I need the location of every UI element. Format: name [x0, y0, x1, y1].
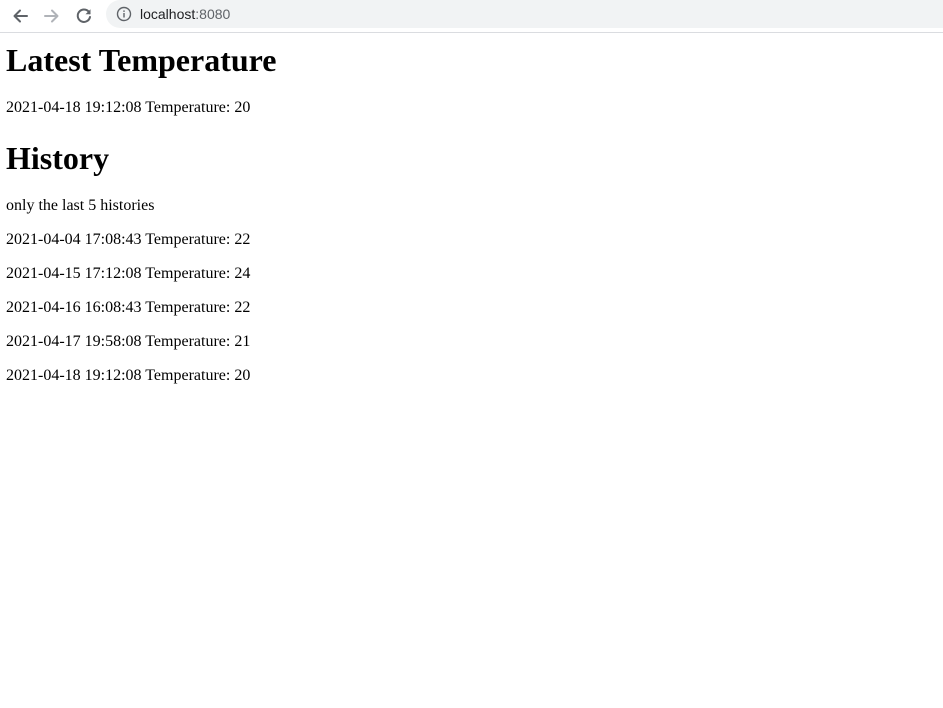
history-heading: History — [6, 140, 110, 176]
url-text: localhost:8080 — [140, 6, 230, 22]
history-list: 2021-04-04 17:08:43 Temperature: 22 2021… — [6, 231, 250, 401]
history-entry: 2021-04-15 17:12:08 Temperature: 24 — [6, 265, 251, 282]
history-entry: 2021-04-04 17:08:43 Temperature: 22 — [6, 231, 251, 248]
latest-temperature-reading: 2021-04-18 19:12:08 Temperature: 20 — [6, 99, 251, 116]
history-entry: 2021-04-18 19:12:08 Temperature: 20 — [6, 367, 251, 384]
page-content: Latest Temperature 2021-04-18 19:12:08 T… — [0, 34, 943, 708]
browser-toolbar: localhost:8080 — [0, 0, 943, 33]
address-bar[interactable]: localhost:8080 — [106, 0, 943, 28]
info-icon[interactable] — [116, 6, 132, 22]
forward-arrow-icon — [44, 9, 59, 23]
history-note: only the last 5 histories — [6, 197, 155, 214]
history-entry: 2021-04-16 16:08:43 Temperature: 22 — [6, 299, 251, 316]
latest-temperature-heading: Latest Temperature — [6, 42, 277, 78]
url-port: :8080 — [195, 6, 231, 22]
back-arrow-icon — [13, 9, 28, 23]
back-button[interactable] — [8, 4, 32, 28]
forward-button[interactable] — [40, 4, 64, 28]
history-entry: 2021-04-17 19:58:08 Temperature: 21 — [6, 333, 251, 350]
reload-button[interactable] — [72, 4, 96, 28]
url-host: localhost — [140, 6, 196, 22]
reload-icon — [76, 8, 91, 23]
